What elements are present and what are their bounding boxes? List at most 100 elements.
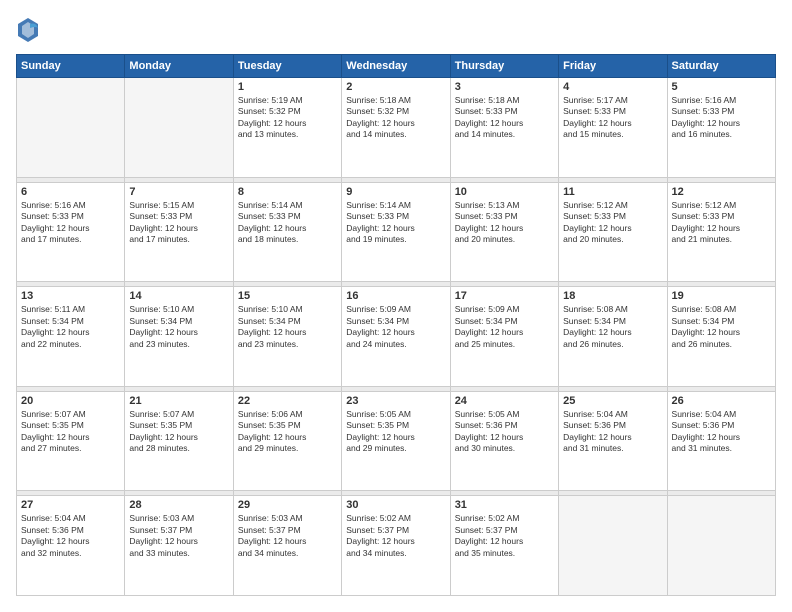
day-number: 16 [346,290,445,302]
calendar-cell: 25 Sunrise: 5:04 AM Sunset: 5:36 PM Dayli… [559,391,667,491]
cell-info: Sunrise: 5:19 AM Sunset: 5:32 PM Dayligh… [238,95,337,141]
cell-info: Sunrise: 5:16 AM Sunset: 5:33 PM Dayligh… [672,95,771,141]
calendar-cell: 22 Sunrise: 5:06 AM Sunset: 5:35 PM Dayli… [233,391,341,491]
logo [16,16,44,44]
calendar-cell: 27 Sunrise: 5:04 AM Sunset: 5:36 PM Dayli… [17,496,125,596]
day-number: 10 [455,186,554,198]
cell-info: Sunrise: 5:18 AM Sunset: 5:33 PM Dayligh… [455,95,554,141]
day-number: 6 [21,186,120,198]
calendar-cell: 12Sunrise: 5:12 AM Sunset: 5:33 PM Dayli… [667,182,775,282]
calendar-cell: 11 Sunrise: 5:12 AM Sunset: 5:33 PM Dayli… [559,182,667,282]
calendar-cell: 30 Sunrise: 5:02 AM Sunset: 5:37 PM Dayli… [342,496,450,596]
cell-info: Sunrise: 5:03 AM Sunset: 5:37 PM Dayligh… [238,513,337,559]
cell-info: Sunrise: 5:04 AM Sunset: 5:36 PM Dayligh… [563,409,662,455]
cell-info: Sunrise: 5:15 AM Sunset: 5:33 PM Dayligh… [129,200,228,246]
week-row-3: 20 Sunrise: 5:07 AM Sunset: 5:35 PM Dayli… [17,391,776,491]
calendar-cell: 10 Sunrise: 5:13 AM Sunset: 5:33 PM Dayli… [450,182,558,282]
cell-info: Sunrise: 5:02 AM Sunset: 5:37 PM Dayligh… [346,513,445,559]
calendar-cell: 4 Sunrise: 5:17 AM Sunset: 5:33 PM Daylig… [559,78,667,178]
calendar-cell: 20 Sunrise: 5:07 AM Sunset: 5:35 PM Dayli… [17,391,125,491]
weekday-header-row: SundayMondayTuesdayWednesdayThursdayFrid… [17,55,776,78]
cell-info: Sunrise: 5:14 AM Sunset: 5:33 PM Dayligh… [238,200,337,246]
day-number: 20 [21,395,120,407]
calendar-cell: 21 Sunrise: 5:07 AM Sunset: 5:35 PM Dayli… [125,391,233,491]
cell-info: Sunrise: 5:16 AM Sunset: 5:33 PM Dayligh… [21,200,120,246]
day-number: 5 [672,81,771,93]
calendar-cell: 26Sunrise: 5:04 AM Sunset: 5:36 PM Dayli… [667,391,775,491]
day-number: 28 [129,499,228,511]
cell-info: Sunrise: 5:17 AM Sunset: 5:33 PM Dayligh… [563,95,662,141]
cell-info: Sunrise: 5:12 AM Sunset: 5:33 PM Dayligh… [563,200,662,246]
weekday-header-friday: Friday [559,55,667,78]
week-row-0: 1 Sunrise: 5:19 AM Sunset: 5:32 PM Daylig… [17,78,776,178]
day-number: 7 [129,186,228,198]
day-number: 14 [129,290,228,302]
day-number: 25 [563,395,662,407]
cell-info: Sunrise: 5:08 AM Sunset: 5:34 PM Dayligh… [563,304,662,350]
calendar-cell: 13 Sunrise: 5:11 AM Sunset: 5:34 PM Dayli… [17,287,125,387]
day-number: 27 [21,499,120,511]
calendar-cell: 5 Sunrise: 5:16 AM Sunset: 5:33 PM Daylig… [667,78,775,178]
cell-info: Sunrise: 5:12 AM Sunset: 5:33 PM Dayligh… [672,200,771,246]
cell-info: Sunrise: 5:07 AM Sunset: 5:35 PM Dayligh… [21,409,120,455]
day-number: 2 [346,81,445,93]
cell-info: Sunrise: 5:09 AM Sunset: 5:34 PM Dayligh… [455,304,554,350]
calendar-cell [559,496,667,596]
cell-info: Sunrise: 5:07 AM Sunset: 5:35 PM Dayligh… [129,409,228,455]
cell-info: Sunrise: 5:14 AM Sunset: 5:33 PM Dayligh… [346,200,445,246]
day-number: 24 [455,395,554,407]
calendar-cell: 23Sunrise: 5:05 AM Sunset: 5:35 PM Dayli… [342,391,450,491]
weekday-header-wednesday: Wednesday [342,55,450,78]
weekday-header-thursday: Thursday [450,55,558,78]
day-number: 13 [21,290,120,302]
calendar-cell: 18Sunrise: 5:08 AM Sunset: 5:34 PM Dayli… [559,287,667,387]
logo-icon [16,16,40,44]
weekday-header-saturday: Saturday [667,55,775,78]
calendar-cell: 29 Sunrise: 5:03 AM Sunset: 5:37 PM Dayli… [233,496,341,596]
cell-info: Sunrise: 5:10 AM Sunset: 5:34 PM Dayligh… [129,304,228,350]
day-number: 11 [563,186,662,198]
header [16,16,776,44]
cell-info: Sunrise: 5:05 AM Sunset: 5:36 PM Dayligh… [455,409,554,455]
cell-info: Sunrise: 5:06 AM Sunset: 5:35 PM Dayligh… [238,409,337,455]
calendar-cell: 1 Sunrise: 5:19 AM Sunset: 5:32 PM Daylig… [233,78,341,178]
calendar-cell: 9Sunrise: 5:14 AM Sunset: 5:33 PM Daylig… [342,182,450,282]
calendar-cell: 7 Sunrise: 5:15 AM Sunset: 5:33 PM Daylig… [125,182,233,282]
calendar-cell [17,78,125,178]
day-number: 23 [346,395,445,407]
calendar-cell: 31 Sunrise: 5:02 AM Sunset: 5:37 PM Dayli… [450,496,558,596]
day-number: 30 [346,499,445,511]
calendar-cell: 19Sunrise: 5:08 AM Sunset: 5:34 PM Dayli… [667,287,775,387]
cell-info: Sunrise: 5:04 AM Sunset: 5:36 PM Dayligh… [21,513,120,559]
day-number: 4 [563,81,662,93]
cell-info: Sunrise: 5:11 AM Sunset: 5:34 PM Dayligh… [21,304,120,350]
week-row-4: 27 Sunrise: 5:04 AM Sunset: 5:36 PM Dayli… [17,496,776,596]
cell-info: Sunrise: 5:18 AM Sunset: 5:32 PM Dayligh… [346,95,445,141]
weekday-header-tuesday: Tuesday [233,55,341,78]
day-number: 29 [238,499,337,511]
weekday-header-sunday: Sunday [17,55,125,78]
cell-info: Sunrise: 5:09 AM Sunset: 5:34 PM Dayligh… [346,304,445,350]
calendar-cell: 15 Sunrise: 5:10 AM Sunset: 5:34 PM Dayli… [233,287,341,387]
day-number: 22 [238,395,337,407]
cell-info: Sunrise: 5:10 AM Sunset: 5:34 PM Dayligh… [238,304,337,350]
calendar-cell: 14 Sunrise: 5:10 AM Sunset: 5:34 PM Dayli… [125,287,233,387]
day-number: 3 [455,81,554,93]
cell-info: Sunrise: 5:03 AM Sunset: 5:37 PM Dayligh… [129,513,228,559]
day-number: 31 [455,499,554,511]
calendar-cell: 24 Sunrise: 5:05 AM Sunset: 5:36 PM Dayli… [450,391,558,491]
calendar-cell: 8 Sunrise: 5:14 AM Sunset: 5:33 PM Daylig… [233,182,341,282]
calendar-cell: 6 Sunrise: 5:16 AM Sunset: 5:33 PM Daylig… [17,182,125,282]
day-number: 8 [238,186,337,198]
calendar-cell: 2 Sunrise: 5:18 AM Sunset: 5:32 PM Daylig… [342,78,450,178]
day-number: 15 [238,290,337,302]
cell-info: Sunrise: 5:02 AM Sunset: 5:37 PM Dayligh… [455,513,554,559]
cell-info: Sunrise: 5:13 AM Sunset: 5:33 PM Dayligh… [455,200,554,246]
day-number: 19 [672,290,771,302]
day-number: 17 [455,290,554,302]
calendar-cell: 3 Sunrise: 5:18 AM Sunset: 5:33 PM Daylig… [450,78,558,178]
day-number: 21 [129,395,228,407]
calendar-cell [125,78,233,178]
calendar-cell [667,496,775,596]
day-number: 1 [238,81,337,93]
